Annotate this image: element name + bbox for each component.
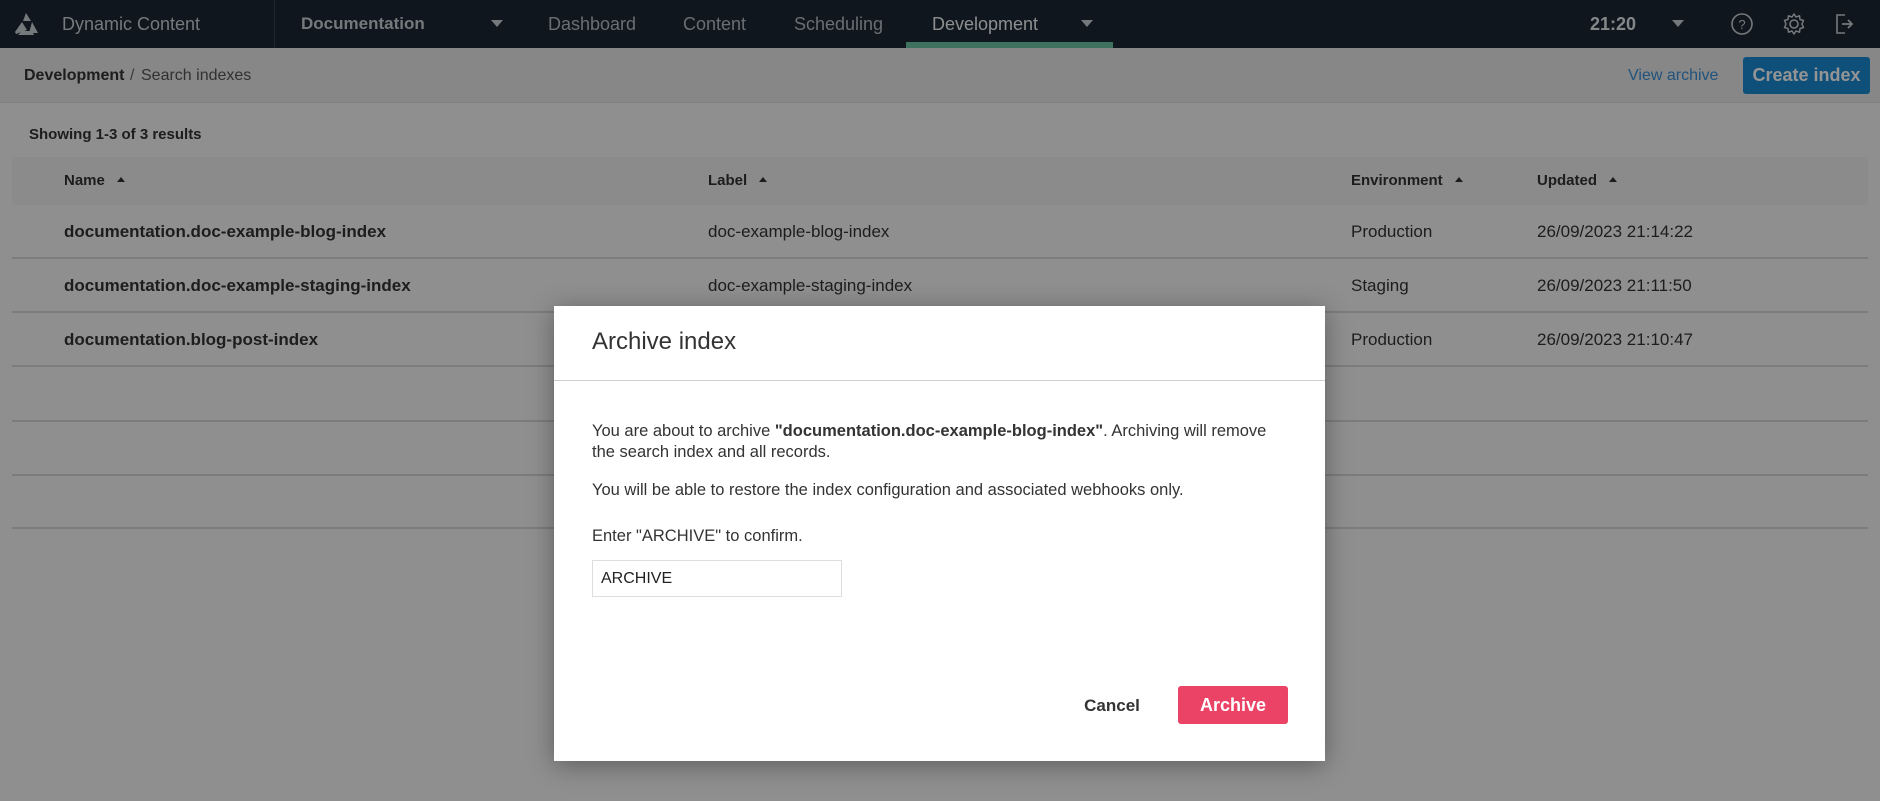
confirm-archive-input[interactable] xyxy=(592,560,842,597)
archive-index-dialog: Archive index You are about to archive "… xyxy=(554,306,1325,761)
confirm-label: Enter "ARCHIVE" to confirm. xyxy=(592,527,803,545)
cancel-button[interactable]: Cancel xyxy=(1072,687,1152,724)
restore-info-text: You will be able to restore the index co… xyxy=(592,481,1184,499)
archive-button[interactable]: Archive xyxy=(1178,686,1288,724)
archive-warning-text: You are about to archive "documentation.… xyxy=(592,421,1292,463)
archive-target-name: "documentation.doc-example-blog-index" xyxy=(774,422,1104,440)
warning-prefix: You are about to archive xyxy=(592,422,775,440)
dialog-divider xyxy=(554,380,1325,381)
dialog-title: Archive index xyxy=(592,328,737,355)
